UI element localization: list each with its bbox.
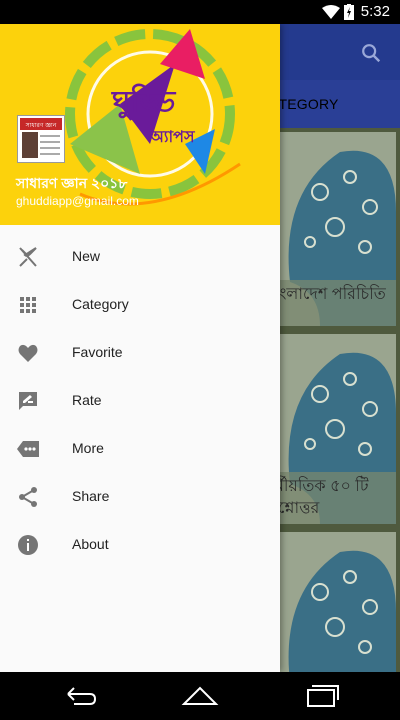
drawer-header: ঘুড্ডি অ্যাপস সাধারণ জ্ঞান সাধারণ জ্ঞান …: [0, 24, 280, 225]
menu-item-more[interactable]: More: [0, 425, 280, 473]
category-card[interactable]: বাংলাদেশ পরিচিতি: [280, 132, 396, 326]
svg-text:সাধারণ জ্ঞান: সাধারণ জ্ঞান: [25, 122, 57, 129]
menu-item-new[interactable]: New: [0, 233, 280, 281]
info-icon: [18, 535, 38, 555]
grid-icon: [20, 297, 36, 313]
system-nav-bar: [0, 672, 400, 720]
drawer-menu: New Category Favorite Rate More Share Ab…: [0, 233, 280, 569]
category-card[interactable]: ধর্মীয়তিক ৫০ টিপ্রশ্নোত্তর: [280, 334, 396, 524]
search-icon[interactable]: [360, 42, 382, 64]
category-card[interactable]: [280, 532, 396, 672]
back-icon[interactable]: [60, 684, 100, 708]
logo-text-main: ঘুড্ডি: [111, 83, 177, 121]
account-email: ghuddiapp@gmail.com: [16, 194, 139, 208]
navigation-drawer: ঘুড্ডি অ্যাপস সাধারণ জ্ঞান সাধারণ জ্ঞান …: [0, 24, 280, 672]
home-icon[interactable]: [180, 684, 220, 708]
heart-icon: [18, 344, 38, 362]
menu-item-about[interactable]: About: [0, 521, 280, 569]
app-thumbnail: সাধারণ জ্ঞান: [17, 115, 65, 163]
battery-icon: [344, 4, 354, 20]
card-title: বাংলাদেশ পরিচিতি: [280, 280, 396, 326]
more-tag-icon: [17, 441, 39, 457]
menu-item-category[interactable]: Category: [0, 281, 280, 329]
card-title: ধর্মীয়তিক ৫০ টিপ্রশ্নোত্তর: [280, 472, 396, 524]
status-bar: 5:32: [0, 0, 400, 24]
app-name: সাধারণ জ্ঞান ২০১৮: [16, 175, 128, 191]
brain-illustration: [288, 550, 396, 672]
rate-review-icon: [19, 392, 37, 410]
wifi-icon: [322, 5, 340, 19]
spoon-fork-icon: [19, 247, 37, 267]
menu-item-rate[interactable]: Rate: [0, 377, 280, 425]
clock: 5:32: [360, 3, 390, 20]
logo-text-sub: অ্যাপস: [149, 127, 196, 146]
menu-item-share[interactable]: Share: [0, 473, 280, 521]
menu-item-favorite[interactable]: Favorite: [0, 329, 280, 377]
tab-category[interactable]: ATEGORY: [270, 96, 339, 112]
share-icon: [19, 487, 37, 507]
recents-icon[interactable]: [300, 684, 340, 708]
